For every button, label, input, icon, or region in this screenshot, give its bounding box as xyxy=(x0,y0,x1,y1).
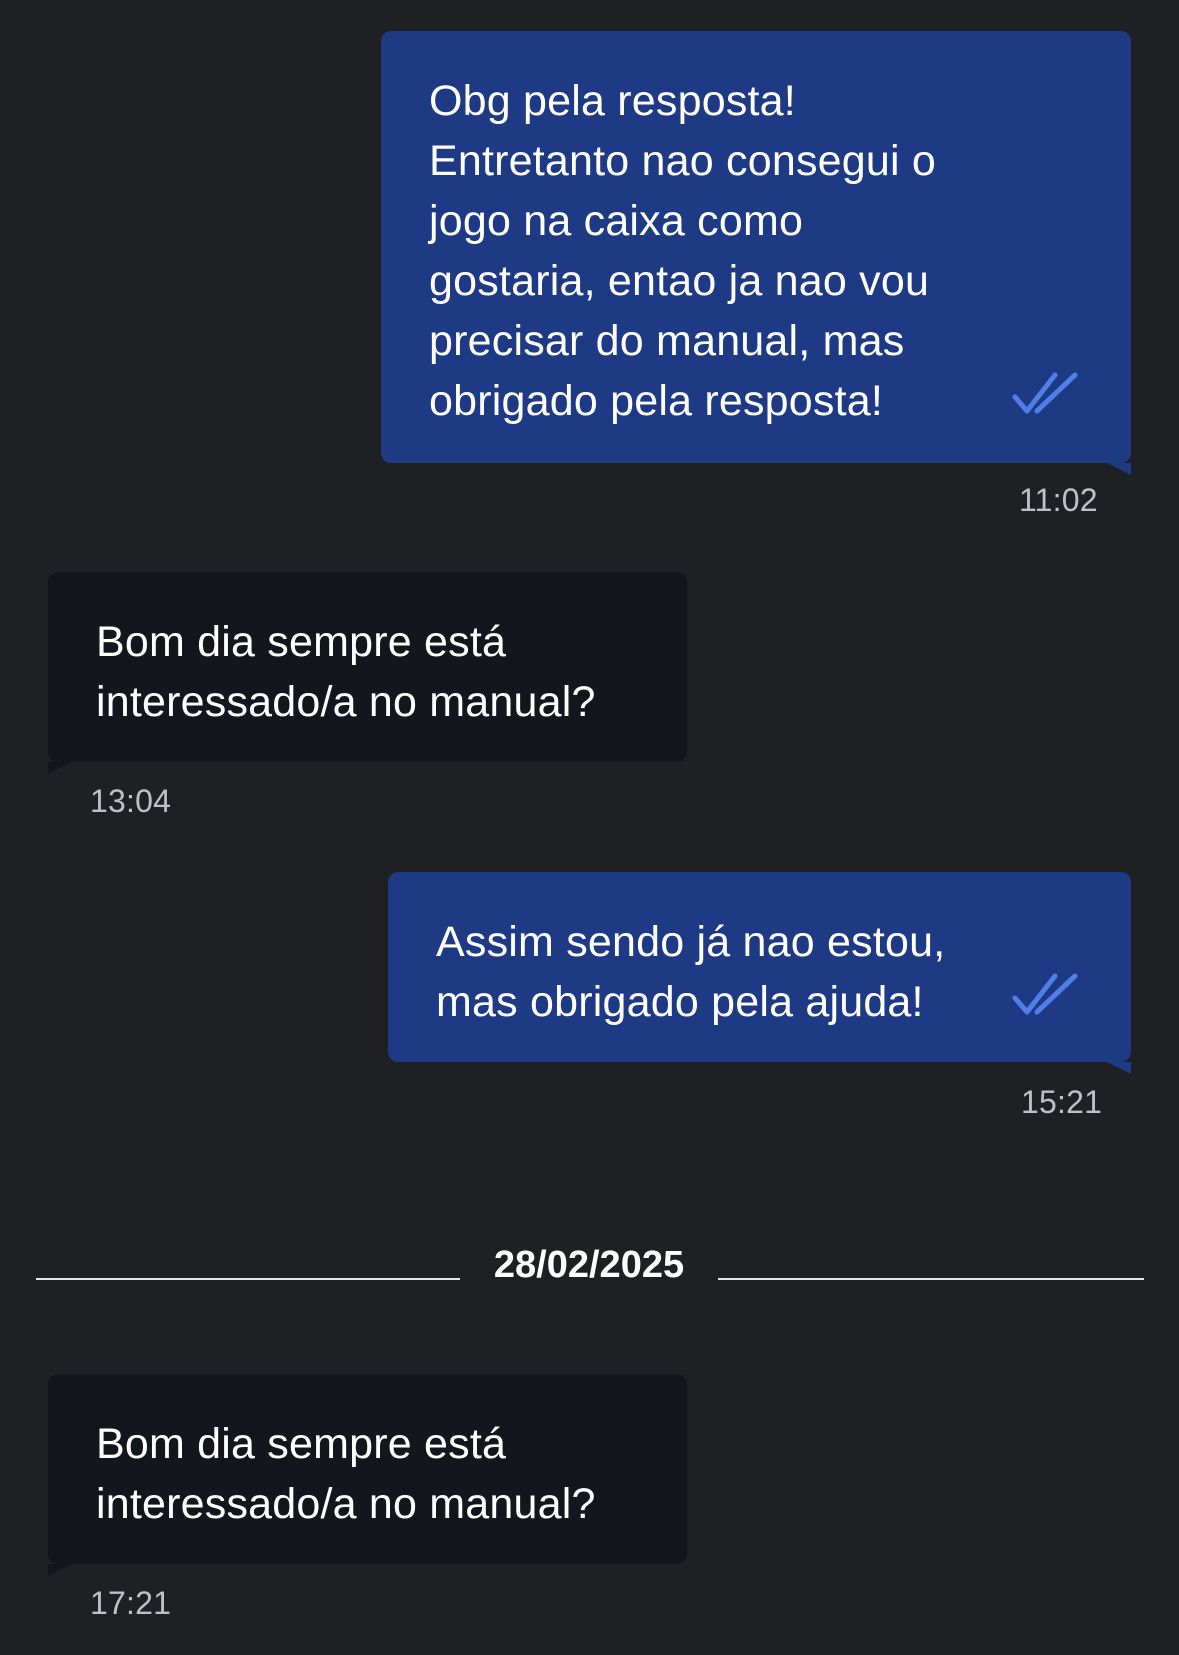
bubble-tail xyxy=(1107,463,1131,475)
bubble-tail xyxy=(48,762,72,774)
message-timestamp: 17:21 xyxy=(90,1585,172,1621)
divider-line xyxy=(36,1278,460,1280)
divider-line xyxy=(718,1278,1144,1280)
message-text: Bom dia sempre está interessado/a no man… xyxy=(96,1420,596,1528)
bubble-tail xyxy=(48,1564,72,1576)
outgoing-message-bubble[interactable]: Assim sendo já nao estou, mas obrigado p… xyxy=(388,872,1131,1074)
incoming-message-bubble[interactable]: Bom dia sempre está interessado/a no man… xyxy=(48,572,687,774)
message-text: Obg pela resposta! Entretanto nao conseg… xyxy=(429,77,937,425)
incoming-message-bubble[interactable]: Bom dia sempre está interessado/a no man… xyxy=(48,1374,687,1576)
message-timestamp: 15:21 xyxy=(1021,1084,1103,1120)
message-timestamp: 13:04 xyxy=(90,783,172,819)
double-check-icon xyxy=(1012,973,1078,1015)
date-separator: 28/02/2025 xyxy=(36,1240,1144,1290)
message-text: Assim sendo já nao estou, mas obrigado p… xyxy=(436,918,946,1026)
message-text: Bom dia sempre está interessado/a no man… xyxy=(96,618,596,726)
double-check-icon xyxy=(1012,372,1078,414)
message-timestamp: 11:02 xyxy=(1019,482,1098,518)
bubble-tail xyxy=(1107,1062,1131,1074)
outgoing-message-bubble[interactable]: Obg pela resposta! Entretanto nao conseg… xyxy=(381,31,1131,475)
date-label: 28/02/2025 xyxy=(493,1244,685,1286)
chat-thread: Obg pela resposta! Entretanto nao conseg… xyxy=(0,0,1179,1655)
